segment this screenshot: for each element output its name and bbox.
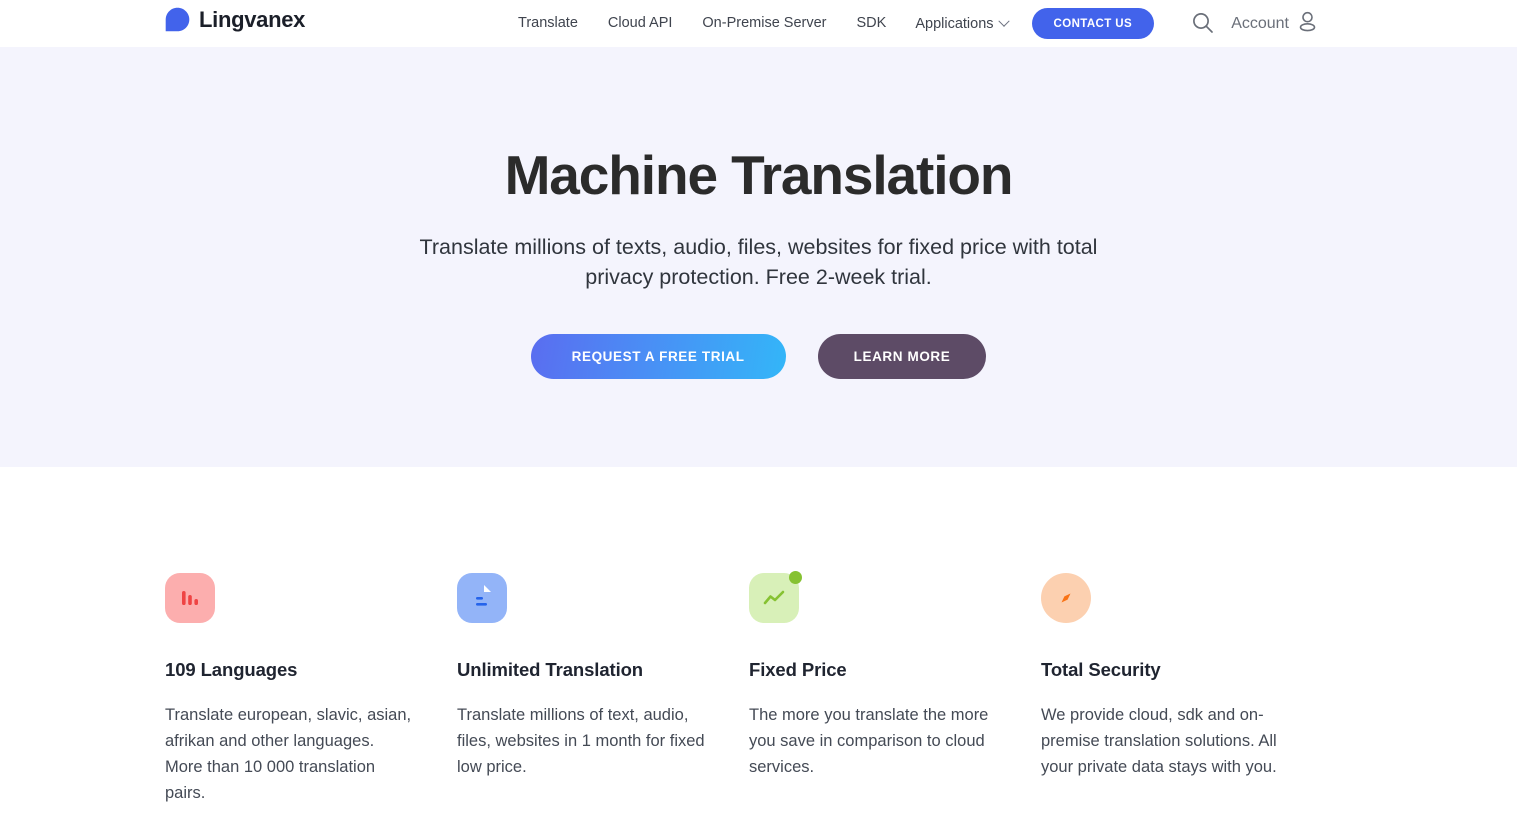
search-icon: [1191, 11, 1214, 37]
compass-icon: [1041, 573, 1091, 623]
feature-title: Unlimited Translation: [457, 659, 644, 680]
feature-card-unlimited-translation: Unlimited Translation Translate millions…: [457, 573, 749, 806]
nav-item-on-premise-server[interactable]: On-Premise Server: [687, 16, 841, 31]
feature-text: The more you translate the more you save…: [749, 706, 989, 776]
feature-icon-wrap: [749, 571, 802, 623]
hero-section: Machine Translation Translate millions o…: [0, 47, 1517, 467]
document-icon: [457, 573, 507, 623]
search-button[interactable]: [1191, 11, 1214, 37]
notification-dot-icon: [789, 571, 802, 584]
feature-card-total-security: Total Security We provide cloud, sdk and…: [1041, 573, 1333, 806]
feature-card-fixed-price: Fixed Price The more you translate the m…: [749, 571, 1041, 806]
hero-subtitle: Translate millions of texts, audio, file…: [419, 235, 1098, 289]
nav-item-applications-label: Applications: [915, 15, 994, 32]
account-link[interactable]: Account: [1231, 11, 1317, 37]
feature-text: Translate millions of text, audio, files…: [457, 706, 705, 776]
nav-item-sdk[interactable]: SDK: [842, 16, 902, 31]
site-header: Lingvanex Translate Cloud API On-Premise…: [0, 0, 1517, 47]
learn-more-button[interactable]: LEARN MORE: [817, 334, 987, 379]
header-right-actions: Account: [1191, 0, 1317, 47]
feature-title: 109 Languages: [165, 659, 298, 680]
feature-icon-wrap: [1041, 573, 1091, 623]
feature-icon-wrap: [457, 573, 507, 623]
feature-icon-wrap: [165, 573, 215, 623]
brand-logo-link[interactable]: Lingvanex: [165, 7, 305, 32]
feature-text: Translate european, slavic, asian, afrik…: [165, 706, 412, 802]
brand-name: Lingvanex: [199, 6, 306, 32]
request-free-trial-button[interactable]: REQUEST A FREE TRIAL: [530, 334, 786, 379]
nav-item-cloud-api[interactable]: Cloud API: [593, 16, 688, 31]
speech-bubble-logo-icon: [165, 7, 190, 32]
feature-text: We provide cloud, sdk and on-premise tra…: [1041, 706, 1277, 776]
bar-chart-icon: [165, 573, 215, 623]
main-nav: Translate Cloud API On-Premise Server SD…: [518, 0, 1155, 47]
feature-title: Fixed Price: [749, 659, 847, 680]
chevron-down-icon: [997, 15, 1010, 27]
hero-actions: REQUEST A FREE TRIAL LEARN MORE: [530, 334, 987, 379]
features-section: 109 Languages Translate european, slavic…: [0, 467, 1517, 806]
nav-item-applications[interactable]: Applications: [901, 15, 1021, 32]
nav-item-translate[interactable]: Translate: [518, 16, 593, 31]
account-label: Account: [1231, 14, 1289, 32]
feature-card-languages: 109 Languages Translate european, slavic…: [165, 573, 457, 806]
contact-us-button[interactable]: CONTACT US: [1031, 8, 1155, 39]
user-icon: [1298, 11, 1317, 37]
feature-title: Total Security: [1041, 659, 1161, 680]
page-title: Machine Translation: [504, 144, 1014, 206]
